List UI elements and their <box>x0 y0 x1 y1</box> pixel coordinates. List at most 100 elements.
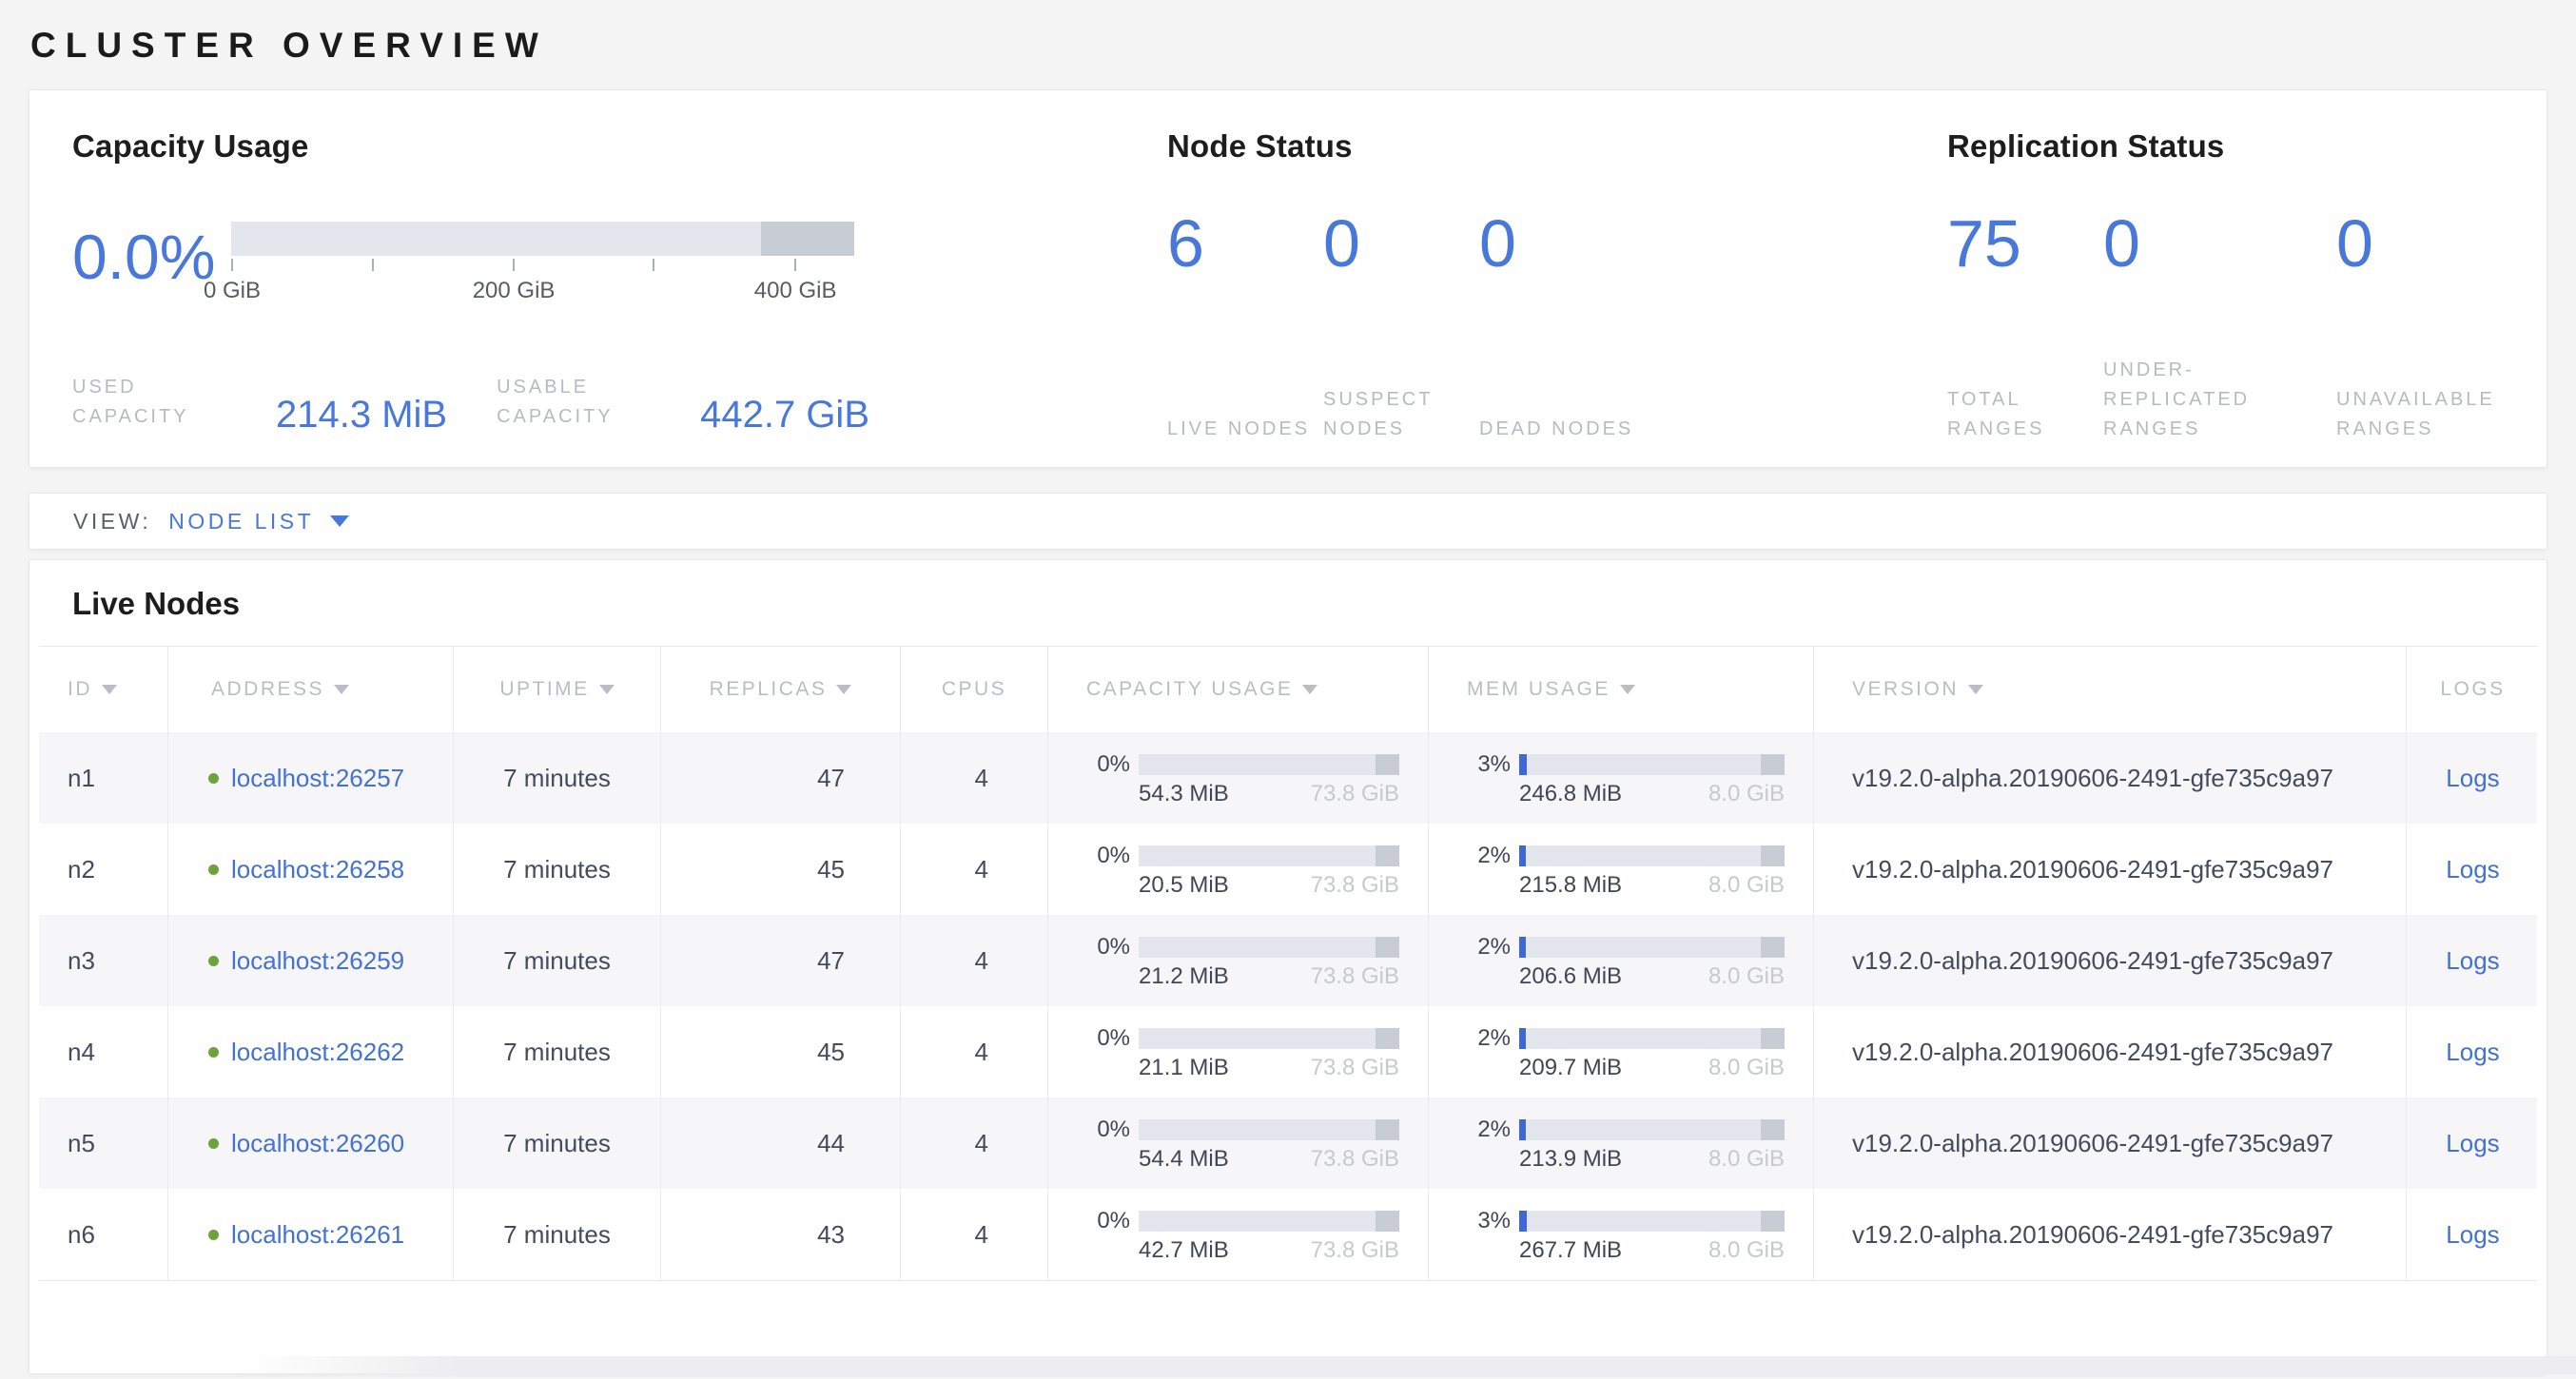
node-logs-cell: Logs <box>2406 915 2539 1006</box>
node-address-link[interactable]: localhost:26259 <box>231 946 404 976</box>
mem-usage-fill <box>1519 754 1527 775</box>
table-row: n3 localhost:26259 7 minutes 47 4 0% 21.… <box>39 915 2537 1006</box>
node-logs-link[interactable]: Logs <box>2446 946 2499 976</box>
node-uptime: 7 minutes <box>503 1129 611 1158</box>
node-replicas-cell: 44 <box>660 1097 900 1189</box>
column-header-version[interactable]: VERSION <box>1813 647 2406 732</box>
live-nodes-table: ID ADDRESSUPTIMEREPLICASCPUSCAPACITY USAG… <box>39 646 2537 1281</box>
live-nodes-panel: Live Nodes ID ADDRESSUPTIMEREPLICASCPUSCA… <box>29 559 2547 1374</box>
node-cpus-cell: 4 <box>900 1006 1047 1097</box>
node-mem-usage-cell: 2% 213.9 MiB 8.0 GiB <box>1428 1097 1813 1189</box>
node-logs-link[interactable]: Logs <box>2446 764 2499 793</box>
capacity-usage-percent: 0% <box>1077 1025 1130 1052</box>
mem-used-value: 213.9 MiB <box>1519 1148 1622 1171</box>
unavailable-ranges-stat: 0 UNAVAILABLE RANGES <box>2336 210 2576 444</box>
mem-used-value: 209.7 MiB <box>1519 1057 1622 1079</box>
column-header-label: LOGS <box>2440 678 2505 701</box>
live-status-dot-icon <box>208 956 219 966</box>
mem-usage-fill <box>1519 1028 1526 1049</box>
capacity-usage-values: 54.4 MiB 73.8 GiB <box>1139 1148 1399 1171</box>
used-capacity-stat: USED CAPACITY 214.3 MiB <box>72 373 447 432</box>
capacity-usage-track <box>1139 1028 1399 1049</box>
capacity-usage-values: 21.1 MiB 73.8 GiB <box>1139 1057 1399 1079</box>
node-capacity-usage-cell: 0% 20.5 MiB 73.8 GiB <box>1047 824 1428 915</box>
node-address-cell: localhost:26262 <box>167 1006 453 1097</box>
node-cpus: 4 <box>975 855 988 884</box>
mem-usage-percent: 3% <box>1457 751 1511 778</box>
node-logs-link[interactable]: Logs <box>2446 1038 2499 1067</box>
table-header-row: ID ADDRESSUPTIMEREPLICASCPUSCAPACITY USAG… <box>39 647 2537 732</box>
node-id: n3 <box>68 946 95 976</box>
live-nodes-label: LIVE NODES <box>1167 415 1323 444</box>
column-header-mem-usage[interactable]: MEM USAGE <box>1428 647 1813 732</box>
node-logs-cell: Logs <box>2406 732 2539 824</box>
node-capacity-usage-cell: 0% 21.2 MiB 73.8 GiB <box>1047 915 1428 1006</box>
mem-total-value: 8.0 GiB <box>1708 965 1785 988</box>
mem-usage-track <box>1519 845 1785 866</box>
table-row: n1 localhost:26257 7 minutes 47 4 0% 54.… <box>39 732 2537 824</box>
column-header-address[interactable]: ADDRESS <box>167 647 453 732</box>
node-address-cell: localhost:26258 <box>167 824 453 915</box>
node-id: n1 <box>68 764 95 793</box>
node-address-link[interactable]: localhost:26257 <box>231 764 404 793</box>
capacity-usage-track <box>1139 754 1399 775</box>
node-address-link[interactable]: localhost:26258 <box>231 855 404 884</box>
mem-usage-track <box>1519 937 1785 958</box>
capacity-bar-track <box>231 222 854 256</box>
mem-usage-values: 206.6 MiB 8.0 GiB <box>1519 965 1785 988</box>
axis-tick-label: 400 GiB <box>754 278 837 304</box>
node-replicas: 45 <box>817 855 845 884</box>
sort-desc-icon <box>334 685 349 694</box>
node-version-cell: v19.2.0-alpha.20190606-2491-gfe735c9a97 <box>1813 824 2406 915</box>
live-status-dot-icon <box>208 1138 219 1149</box>
node-logs-link[interactable]: Logs <box>2446 855 2499 884</box>
suspect-nodes-label: SUSPECT NODES <box>1323 385 1479 444</box>
node-replicas-cell: 47 <box>660 732 900 824</box>
node-uptime: 7 minutes <box>503 1220 611 1250</box>
column-header-uptime[interactable]: UPTIME <box>453 647 660 732</box>
live-nodes-title: Live Nodes <box>29 560 2547 646</box>
axis-tick <box>372 259 374 271</box>
node-logs-cell: Logs <box>2406 1189 2539 1280</box>
node-id-cell: n6 <box>39 1189 167 1280</box>
column-header-capacity-usage[interactable]: CAPACITY USAGE <box>1047 647 1428 732</box>
capacity-usage-track <box>1139 845 1399 866</box>
mem-usage-reserved <box>1761 845 1785 866</box>
capacity-usage-reserved <box>1376 1211 1399 1232</box>
capacity-usage-reserved <box>1376 937 1399 958</box>
column-header-replicas[interactable]: REPLICAS <box>660 647 900 732</box>
node-capacity-usage-cell: 0% 21.1 MiB 73.8 GiB <box>1047 1006 1428 1097</box>
node-id-cell: n5 <box>39 1097 167 1189</box>
node-status-section: Node Status 6 LIVE NODES 0 SUSPECT NODES… <box>1124 90 1904 467</box>
node-replicas-cell: 43 <box>660 1189 900 1280</box>
dead-nodes-value: 0 <box>1479 210 1635 277</box>
node-address-link[interactable]: localhost:26262 <box>231 1038 404 1067</box>
node-logs-cell: Logs <box>2406 1097 2539 1189</box>
column-header-id[interactable]: ID <box>39 647 167 732</box>
node-version-cell: v19.2.0-alpha.20190606-2491-gfe735c9a97 <box>1813 1189 2406 1280</box>
replication-status-title: Replication Status <box>1947 128 2576 165</box>
capacity-total-value: 73.8 GiB <box>1311 1057 1399 1079</box>
node-id-cell: n2 <box>39 824 167 915</box>
live-nodes-stat: 6 LIVE NODES <box>1167 210 1323 444</box>
capacity-bar-reserved <box>761 222 854 256</box>
column-header-cpus: CPUS <box>900 647 1047 732</box>
node-id-cell: n4 <box>39 1006 167 1097</box>
node-cpus: 4 <box>975 1220 988 1250</box>
dead-nodes-label: DEAD NODES <box>1479 415 1635 444</box>
node-id-cell: n1 <box>39 732 167 824</box>
axis-tick: 400 GiB <box>794 259 796 271</box>
suspect-nodes-stat: 0 SUSPECT NODES <box>1323 210 1479 444</box>
node-mem-usage-cell: 2% 206.6 MiB 8.0 GiB <box>1428 915 1813 1006</box>
node-address-link[interactable]: localhost:26261 <box>231 1220 404 1250</box>
axis-tick <box>653 259 654 271</box>
node-address-link[interactable]: localhost:26260 <box>231 1129 404 1158</box>
view-dropdown[interactable]: NODE LIST <box>168 509 349 534</box>
live-nodes-value: 6 <box>1167 210 1323 277</box>
node-cpus-cell: 4 <box>900 1097 1047 1189</box>
node-uptime-cell: 7 minutes <box>453 915 660 1006</box>
column-header-label: ID <box>68 678 92 701</box>
node-logs-link[interactable]: Logs <box>2446 1129 2499 1158</box>
page-title: CLUSTER OVERVIEW <box>29 0 2547 89</box>
node-logs-link[interactable]: Logs <box>2446 1220 2499 1250</box>
